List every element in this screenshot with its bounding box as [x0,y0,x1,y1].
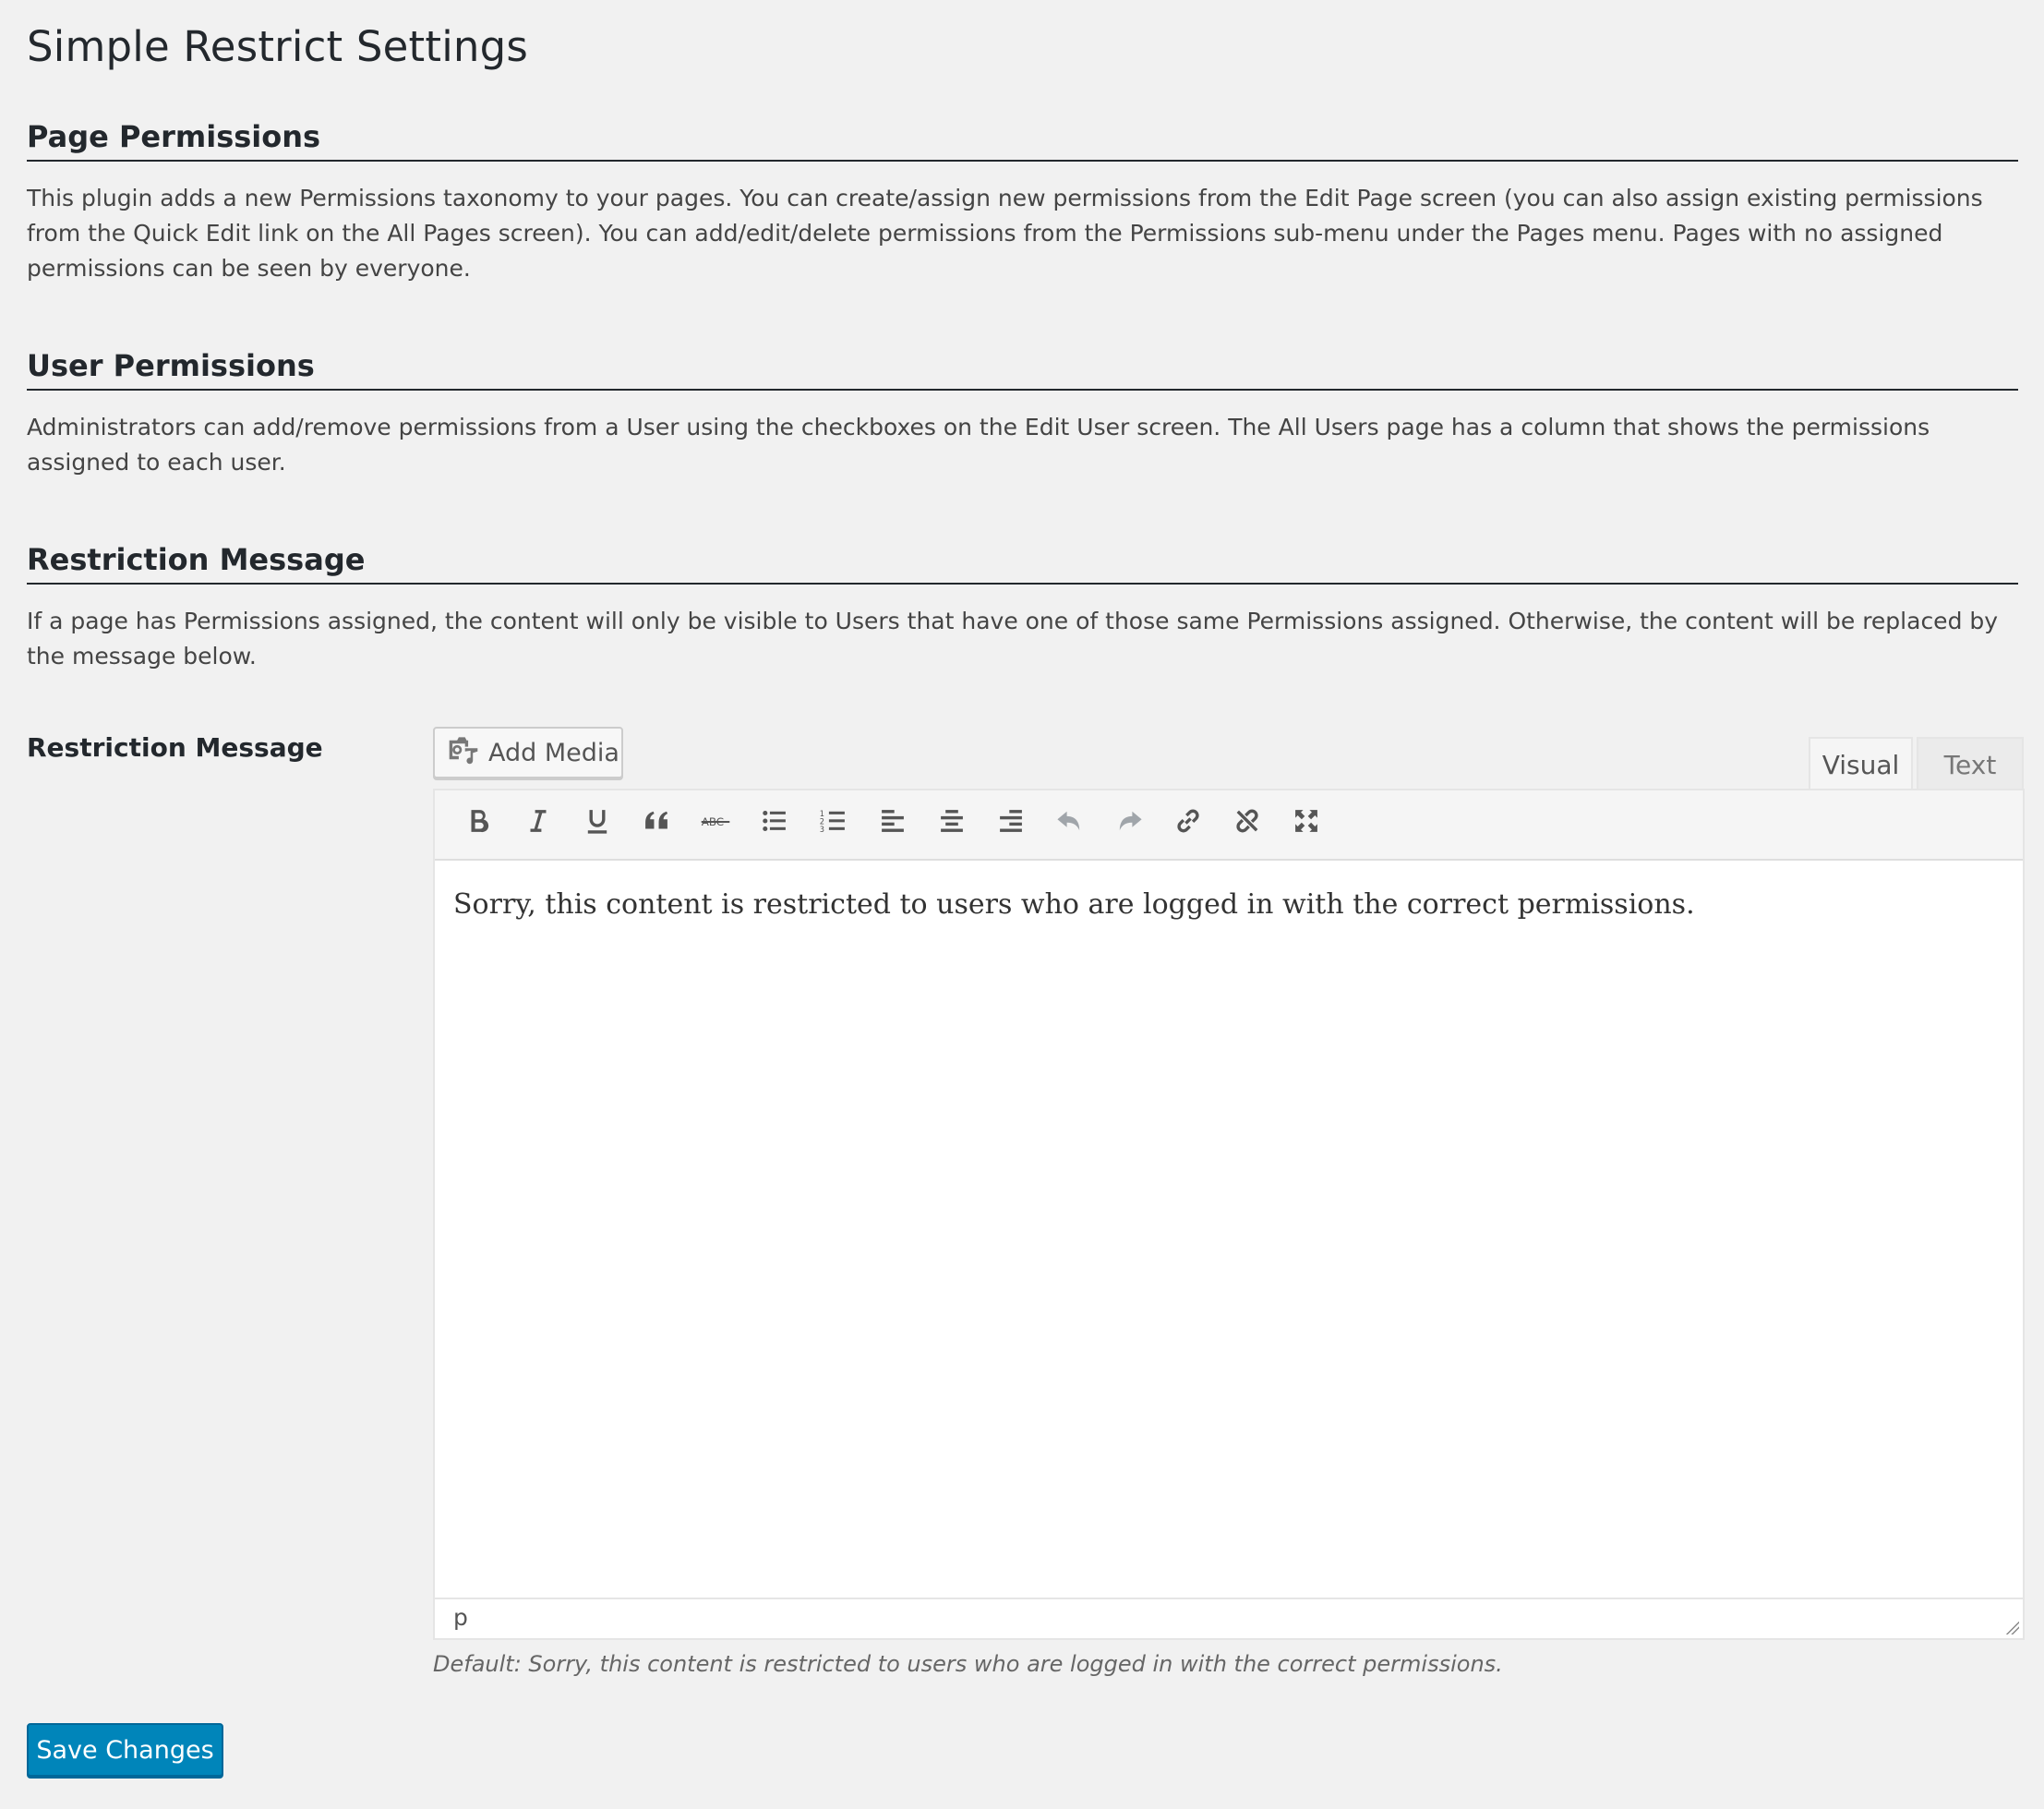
fullscreen-icon [1291,805,1322,844]
italic-button[interactable] [509,797,568,852]
align-left-button[interactable] [863,797,922,852]
strikethrough-button[interactable]: ABC [686,797,745,852]
add-media-icon [448,734,479,772]
redo-button[interactable] [1100,797,1159,852]
bold-icon [463,805,495,844]
restriction-message-label: Restriction Message [27,732,323,763]
add-media-button[interactable]: Add Media [433,727,623,778]
align-center-button[interactable] [922,797,981,852]
numbered-list-button[interactable]: 123 [804,797,863,852]
blockquote-icon [641,805,672,844]
blockquote-button[interactable] [627,797,686,852]
strikethrough-icon: ABC [700,805,731,844]
section-title-page-permissions: Page Permissions [27,119,2018,162]
bullet-list-button[interactable] [745,797,804,852]
element-path[interactable]: p [453,1604,468,1631]
section-description-restriction-message: If a page has Permissions assigned, the … [27,608,1999,669]
undo-icon [1054,805,1086,844]
save-changes-button[interactable]: Save Changes [27,1723,223,1777]
align-left-icon [877,805,908,844]
unlink-button[interactable] [1218,797,1277,852]
editor-status-bar: p [435,1598,2023,1638]
align-center-icon [936,805,968,844]
italic-icon [523,805,554,844]
page-title: Simple Restrict Settings [27,22,529,71]
underline-icon [582,805,613,844]
tab-visual[interactable]: Visual [1809,737,1913,790]
editor-toolbar: ABC 123 [435,790,2023,861]
underline-button[interactable] [568,797,627,852]
bullet-list-icon [759,805,790,844]
add-media-label: Add Media [488,738,619,767]
editor-content-area[interactable]: Sorry, this content is restricted to use… [435,861,2023,1598]
field-description: Default: Sorry, this content is restrict… [433,1651,1503,1677]
svg-text:3: 3 [820,826,824,835]
section-title-user-permissions: User Permissions [27,348,2018,391]
align-right-button[interactable] [981,797,1040,852]
numbered-list-icon: 123 [818,805,849,844]
unlink-icon [1232,805,1263,844]
section-description-page-permissions: This plugin adds a new Permissions taxon… [27,185,1983,282]
editor-content-text: Sorry, this content is restricted to use… [453,888,1695,921]
tab-text[interactable]: Text [1917,737,2024,790]
bold-button[interactable] [450,797,509,852]
align-right-icon [995,805,1027,844]
link-icon [1172,805,1204,844]
section-title-restriction-message: Restriction Message [27,542,2018,585]
redo-icon [1113,805,1145,844]
section-description-user-permissions: Administrators can add/remove permission… [27,414,1930,476]
fullscreen-button[interactable] [1277,797,1336,852]
restriction-message-editor: ABC 123 Sorry, this content is restricte… [433,789,2025,1640]
undo-button[interactable] [1040,797,1100,852]
resize-handle-icon[interactable] [2004,1620,2019,1634]
link-button[interactable] [1159,797,1218,852]
